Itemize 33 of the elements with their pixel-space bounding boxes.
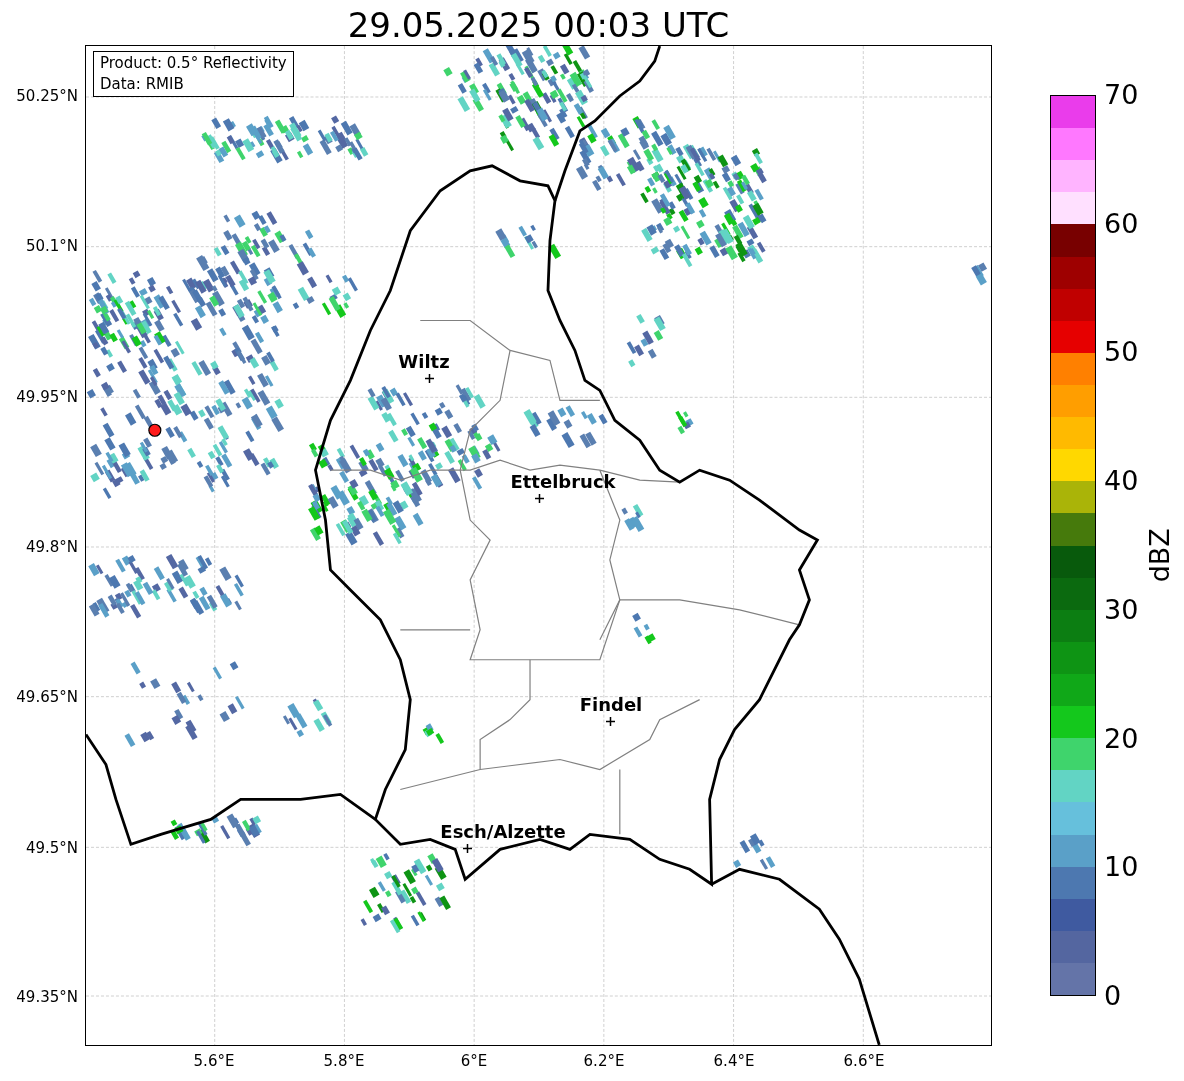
axis-tick-label: 6.2°E — [583, 1051, 625, 1072]
plus-marker-icon — [424, 373, 434, 383]
colorbar-tick-label: 20 — [1104, 722, 1139, 755]
axis-tick-label: 6°E — [460, 1051, 488, 1072]
colorbar-tick-label: 40 — [1104, 465, 1139, 498]
place-label: Wiltz — [398, 351, 450, 373]
plus-marker-icon — [605, 716, 615, 726]
colorbar-tick-label: 30 — [1104, 593, 1139, 626]
axis-tick-label: 5.8°E — [323, 1051, 365, 1072]
axis-tick-label: 49.35°N — [16, 986, 78, 1008]
axis-tick-label: 50.1°N — [25, 235, 78, 257]
axis-tick-label: 5.6°E — [193, 1051, 235, 1072]
colorbar-tick-label: 0 — [1104, 980, 1122, 1012]
axis-tick-label: 49.65°N — [16, 686, 78, 708]
info-text: Product: 0.5° Reflectivity — [100, 53, 287, 74]
axis-tick-label: 6.6°E — [843, 1051, 885, 1072]
colorbar-tick-label: 70 — [1104, 79, 1139, 111]
colorbar-tick-label: 10 — [1104, 851, 1139, 884]
axis-tick-label: 49.8°N — [25, 536, 78, 558]
place-label: Ettelbruck — [510, 471, 616, 493]
plus-marker-icon — [534, 493, 544, 503]
place-label: Esch/Alzette — [440, 821, 566, 843]
colorbar-tick-label: 60 — [1104, 207, 1139, 240]
axis-tick-label: 49.95°N — [16, 386, 78, 408]
info-text: Data: RMIB — [100, 74, 185, 95]
unit-text: dBZ — [1142, 527, 1176, 583]
chart-title: 29.05.2025 00:03 UTC — [346, 4, 731, 46]
colorbar-tick-label: 50 — [1104, 336, 1139, 369]
axis-tick-label: 6.4°E — [713, 1051, 755, 1072]
place-label: Findel — [579, 694, 643, 716]
plus-marker-icon — [462, 843, 472, 853]
axis-tick-label: 50.25°N — [16, 85, 78, 107]
axis-tick-label: 49.5°N — [25, 837, 78, 859]
